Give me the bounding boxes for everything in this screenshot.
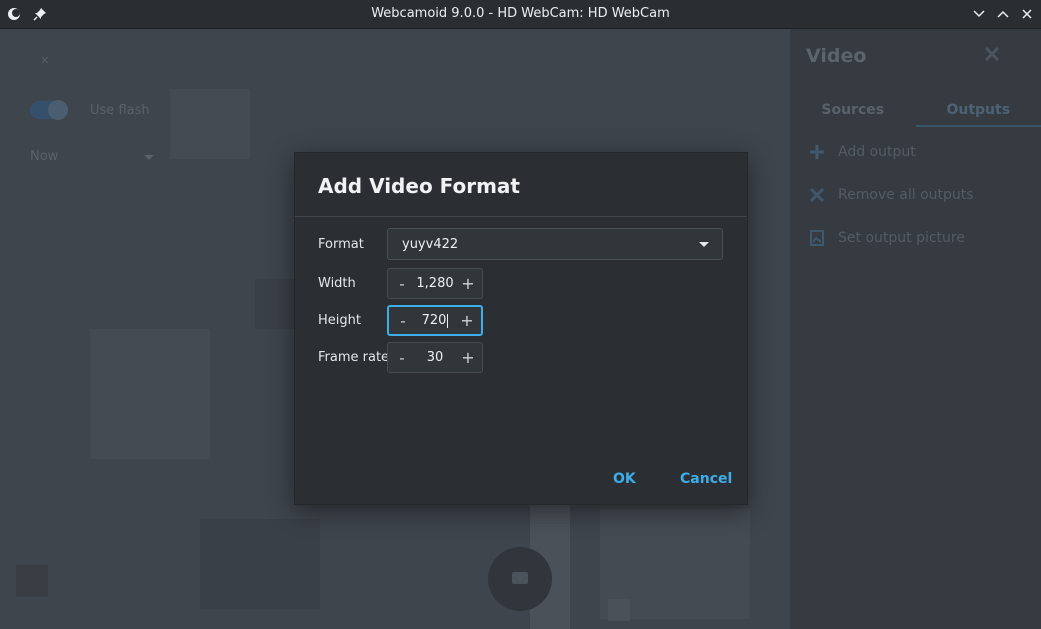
set-output-picture-item: Set output picture [808, 227, 965, 249]
width-value[interactable]: 1,280 [416, 276, 454, 291]
format-label: Format [318, 237, 364, 252]
height-label: Height [318, 313, 361, 328]
pin-icon[interactable] [32, 6, 48, 22]
height-spinbox[interactable]: - 720 + [387, 305, 483, 336]
side-panel-tabs: Sources Outputs [790, 97, 1041, 127]
side-panel-close-icon [984, 46, 1000, 62]
chevron-down-icon [699, 242, 709, 247]
side-panel-title: Video [806, 45, 867, 67]
ok-button[interactable]: OK [613, 471, 636, 487]
format-combo[interactable]: yuyv422 [387, 228, 723, 260]
close-window-icon[interactable] [1019, 6, 1035, 22]
frame-rate-spinbox[interactable]: - 30 + [387, 342, 483, 373]
width-label: Width [318, 276, 356, 291]
preview-tile [608, 599, 630, 621]
add-output-label: Add output [838, 144, 916, 160]
width-spinbox[interactable]: - 1,280 + [387, 268, 483, 299]
flash-mode-combo: Now [30, 149, 160, 169]
remove-all-outputs-label: Remove all outputs [838, 187, 974, 203]
format-value: yuyv422 [402, 236, 459, 252]
title-bar-left [6, 0, 48, 28]
maximize-icon[interactable] [995, 6, 1011, 22]
frame-rate-value[interactable]: 30 [416, 350, 454, 365]
dialog-title: Add Video Format [318, 174, 520, 198]
camera-icon [512, 572, 528, 584]
use-flash-label: Use flash [90, 102, 150, 118]
plus-icon [810, 145, 824, 159]
background-close-icon: × [40, 53, 51, 67]
preview-tile [255, 279, 295, 329]
add-video-format-dialog: Add Video Format Format yuyv422 Width - … [294, 152, 748, 505]
frame-rate-increment-button[interactable]: + [454, 343, 482, 372]
tab-sources: Sources [821, 102, 885, 118]
height-decrement-button[interactable]: - [389, 307, 417, 334]
preview-tile [170, 89, 250, 159]
add-output-item: Add output [808, 141, 916, 163]
height-value: 720 [421, 313, 447, 328]
remove-all-outputs-item: Remove all outputs [808, 184, 974, 206]
close-icon [809, 187, 825, 203]
video-side-panel: Video Sources Outputs Add output Remove … [790, 29, 1041, 629]
capture-button [488, 547, 552, 611]
preview-tile [90, 329, 210, 459]
tab-outputs: Outputs [915, 97, 1041, 127]
chevron-down-icon [144, 155, 154, 160]
height-increment-button[interactable]: + [453, 307, 481, 334]
app-menu-icon[interactable] [6, 6, 22, 22]
dialog-divider [295, 216, 747, 217]
title-bar: Webcamoid 9.0.0 - HD WebCam: HD WebCam [0, 0, 1041, 29]
cancel-button[interactable]: Cancel [680, 471, 732, 487]
set-output-picture-label: Set output picture [838, 230, 965, 246]
height-value-field[interactable]: 720 [417, 313, 453, 328]
preview-tile [200, 519, 320, 609]
picture-icon [810, 230, 824, 246]
use-flash-row: Use flash [30, 100, 150, 120]
minimize-icon[interactable] [971, 6, 987, 22]
flash-mode-value: Now [30, 149, 59, 164]
width-decrement-button[interactable]: - [388, 269, 416, 298]
thumbnail-placeholder [16, 565, 48, 597]
window-title: Webcamoid 9.0.0 - HD WebCam: HD WebCam [371, 6, 670, 21]
width-increment-button[interactable]: + [454, 269, 482, 298]
text-cursor [447, 313, 449, 328]
use-flash-toggle [30, 100, 68, 120]
frame-rate-label: Frame rate [318, 350, 390, 365]
frame-rate-decrement-button[interactable]: - [388, 343, 416, 372]
window-controls [971, 0, 1035, 28]
